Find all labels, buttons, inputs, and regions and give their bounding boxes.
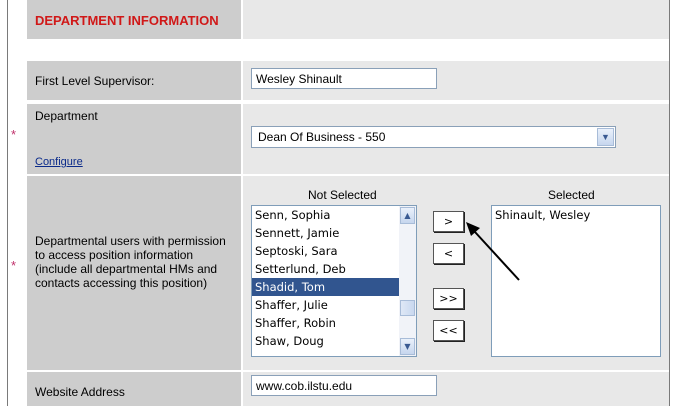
add-button[interactable]: > (433, 211, 464, 232)
remove-all-button[interactable]: << (433, 320, 464, 341)
list-item-selected[interactable]: Shadid, Tom (252, 278, 416, 296)
website-label-cell: Website Address (27, 372, 241, 406)
website-row: Website Address www.cob.ilstu.edu (27, 372, 669, 406)
list-item[interactable]: Senn, Sophia (252, 206, 416, 224)
users-row: Departmental users with permission to ac… (27, 176, 669, 370)
department-row: Department Configure Dean Of Business - … (27, 104, 669, 174)
users-label-line: to access position information (35, 248, 194, 262)
supervisor-value-cell: Wesley Shinault (243, 61, 669, 100)
not-selected-list[interactable]: Senn, Sophia Sennett, Jamie Septoski, Sa… (251, 205, 417, 357)
users-label: Departmental users with permission to ac… (35, 234, 245, 290)
list-item[interactable]: Shaffer, Robin (252, 314, 416, 332)
list-item[interactable]: Septoski, Sara (252, 242, 416, 260)
department-select[interactable]: Dean Of Business - 550 ▼ (251, 126, 616, 148)
list-item[interactable]: Setterlund, Deb (252, 260, 416, 278)
supervisor-label: First Level Supervisor: (35, 74, 155, 88)
list-item[interactable]: Shinault, Wesley (492, 206, 660, 224)
list-scrollbar[interactable]: ▲ ▼ (399, 206, 416, 356)
users-value-cell: Not Selected Selected Senn, Sophia Senne… (243, 176, 669, 370)
users-label-line: (include all departmental HMs and (35, 262, 218, 276)
users-label-line: contacts accessing this position) (35, 276, 208, 290)
supervisor-input[interactable]: Wesley Shinault (251, 68, 437, 89)
configure-link[interactable]: Configure (35, 155, 83, 169)
department-label-cell: Department Configure (27, 104, 241, 174)
section-title: DEPARTMENT INFORMATION (35, 13, 219, 28)
website-label: Website Address (35, 385, 125, 399)
required-marker: * (11, 258, 17, 273)
section-header-cell: DEPARTMENT INFORMATION (27, 0, 241, 39)
section-header-spacer (243, 0, 669, 39)
chevron-down-icon[interactable]: ▼ (597, 128, 614, 146)
department-value-cell: Dean Of Business - 550 ▼ (243, 104, 669, 174)
users-label-line: Departmental users with permission (35, 234, 226, 248)
department-select-value: Dean Of Business - 550 (258, 130, 386, 144)
add-all-button[interactable]: >> (433, 288, 464, 309)
selected-list[interactable]: Shinault, Wesley (491, 205, 661, 357)
users-label-cell: Departmental users with permission to ac… (27, 176, 241, 370)
required-marker: * (11, 127, 17, 142)
supervisor-row: First Level Supervisor: Wesley Shinault (27, 61, 669, 100)
scroll-down-icon[interactable]: ▼ (400, 338, 415, 355)
list-item[interactable]: Shaw, Doug (252, 332, 416, 350)
department-label: Department (35, 109, 98, 123)
remove-button[interactable]: < (433, 243, 464, 264)
department-info-form: DEPARTMENT INFORMATION First Level Super… (7, 0, 670, 406)
not-selected-header: Not Selected (308, 188, 377, 202)
list-item[interactable]: Shaffer, Julie (252, 296, 416, 314)
supervisor-label-cell: First Level Supervisor: (27, 61, 241, 100)
scroll-thumb[interactable] (400, 300, 415, 316)
scroll-up-icon[interactable]: ▲ (400, 207, 415, 224)
section-header-row: DEPARTMENT INFORMATION (27, 0, 669, 39)
list-item[interactable]: Sennett, Jamie (252, 224, 416, 242)
website-value-cell: www.cob.ilstu.edu (243, 372, 669, 406)
required-column (8, 0, 27, 406)
website-input[interactable]: www.cob.ilstu.edu (251, 375, 437, 396)
selected-header: Selected (548, 188, 595, 202)
